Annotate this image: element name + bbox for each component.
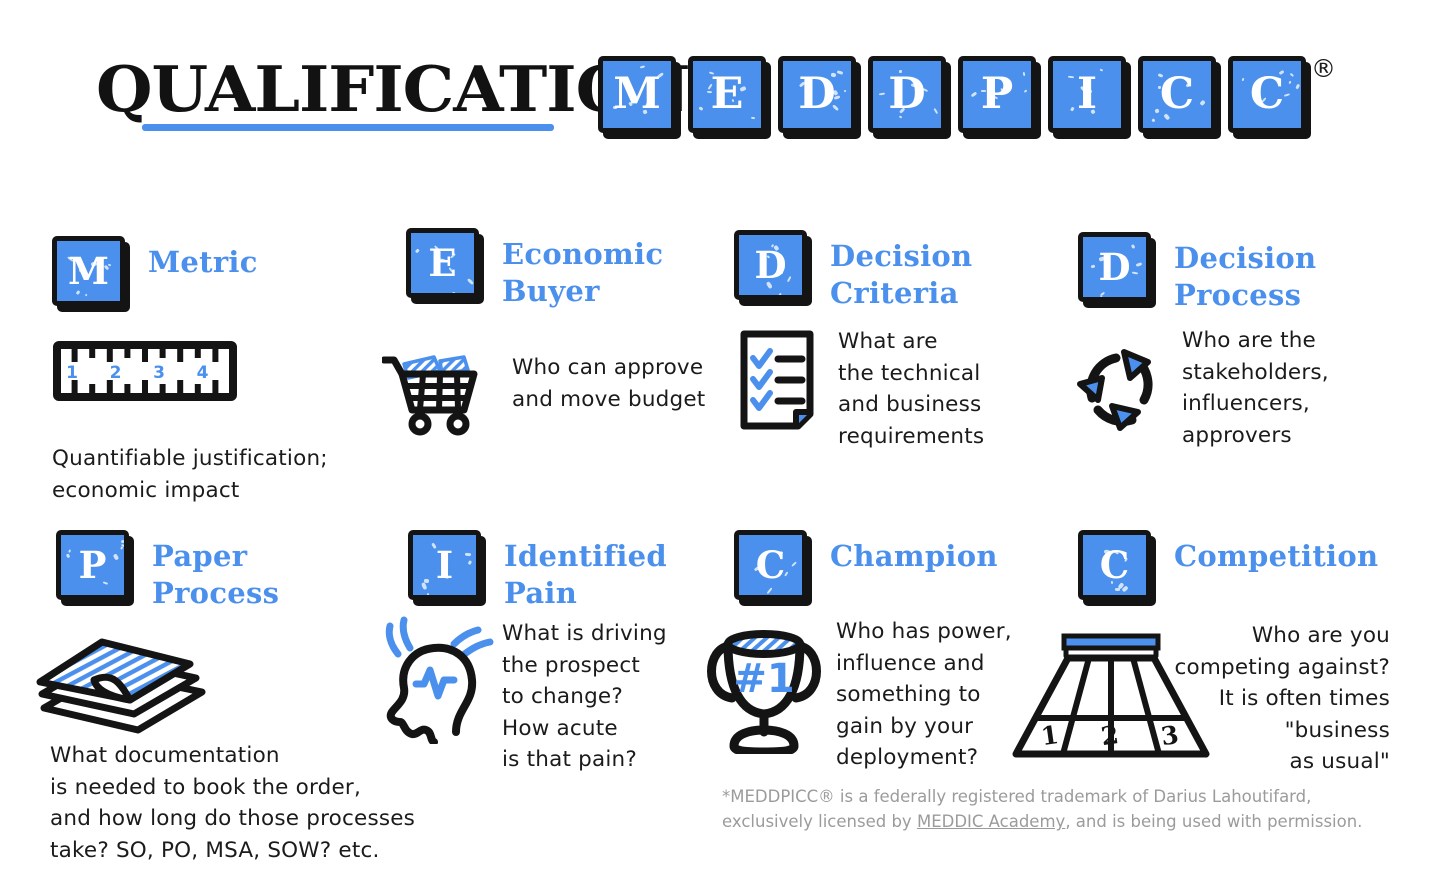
page-title-wrap: QUALIFICATION — [96, 58, 690, 131]
tile-face: I — [1048, 56, 1126, 133]
tile-letter: D — [888, 69, 926, 119]
tile-face: D — [1078, 232, 1151, 302]
letter-tile-c-6: C — [1138, 56, 1221, 139]
svg-text:1: 1 — [66, 363, 78, 383]
card-letter-tile-c: C — [734, 530, 812, 606]
card-body-decision-process: Who are the stakeholders, influencers, a… — [1182, 328, 1329, 448]
tile-face: I — [408, 530, 481, 600]
card-header: D Decision Criteria — [734, 230, 972, 312]
card-body-economic-buyer: Who can approve and move budget — [512, 355, 706, 412]
card-title: Champion — [830, 539, 998, 573]
cycle-arrows-icon — [1072, 334, 1172, 438]
svg-text:3: 3 — [1159, 720, 1180, 751]
tile-letter: M — [613, 69, 661, 119]
title-underline — [142, 124, 554, 131]
card-title: Decision Process — [1174, 241, 1317, 313]
header: QUALIFICATION ME D D P I C C ® — [0, 0, 1440, 180]
ruler-icon: 1 2 3 4 — [52, 338, 238, 408]
card-header: I Identified Pain — [408, 530, 667, 612]
card-body-paper-process: What documentation is needed to book the… — [50, 743, 416, 863]
svg-text:3: 3 — [153, 363, 165, 383]
card-title: Decision Criteria — [830, 239, 973, 311]
tile-face: M — [52, 236, 125, 306]
tile-face: D — [734, 230, 807, 300]
letter-tile-d-3: D — [868, 56, 951, 139]
tile-letter: I — [1076, 69, 1098, 119]
letter-tile-c-7: C — [1228, 56, 1311, 139]
card-tile-letter: M — [68, 248, 109, 293]
svg-text:4: 4 — [197, 363, 209, 383]
card-header: E Economic Buyer — [406, 228, 663, 310]
footer-text-after: , and is being used with permission. — [1065, 812, 1363, 832]
shopping-cart-icon — [380, 330, 494, 440]
card-body-metric: Quantifiable justification; economic imp… — [52, 446, 328, 503]
tile-face: P — [56, 530, 129, 600]
card-tile-letter: P — [78, 542, 107, 587]
card-letter-tile-d: D — [734, 230, 812, 306]
svg-text:#1: #1 — [733, 656, 794, 702]
registered-trademark-icon: ® — [1311, 54, 1336, 83]
tile-letter: D — [798, 69, 836, 119]
footer-disclaimer: *MEDDPICC® is a federally registered tra… — [722, 784, 1394, 834]
running-track-icon: 1 2 3 — [1008, 630, 1214, 770]
checklist-document-icon — [736, 328, 820, 436]
letter-tile-m-0: M — [598, 56, 681, 139]
meddic-academy-link[interactable]: MEDDIC Academy — [917, 812, 1065, 831]
tile-face: D — [778, 56, 856, 133]
meddpicc-tile-row: ME D D P I C C — [598, 56, 1311, 139]
tile-face: C — [734, 530, 807, 600]
card-letter-tile-e: E — [406, 228, 484, 304]
card-tile-letter: E — [428, 240, 457, 285]
card-tile-letter: C — [755, 542, 786, 587]
svg-text:2: 2 — [110, 363, 122, 383]
card-body-champion: Who has power, influence and something t… — [836, 619, 1012, 771]
tile-letter: P — [980, 69, 1014, 119]
card-letter-tile-c: C — [1078, 530, 1156, 606]
card-header: M Metric — [52, 236, 258, 312]
tile-face: E — [688, 56, 766, 133]
card-title: Economic Buyer — [502, 237, 664, 309]
card-title: Identified Pain — [504, 539, 668, 611]
card-header: D Decision Process — [1078, 232, 1316, 314]
card-body-identified-pain: What is driving the prospect to change? … — [502, 621, 667, 773]
tile-letter: C — [1159, 69, 1195, 119]
card-title: Metric — [148, 245, 258, 279]
card-header: C Champion — [734, 530, 998, 606]
paper-stack-icon — [34, 630, 212, 744]
tile-letter: C — [1249, 69, 1285, 119]
tile-face: P — [958, 56, 1036, 133]
tile-face: E — [406, 228, 479, 298]
card-tile-letter: D — [1098, 244, 1131, 289]
card-letter-tile-m: M — [52, 236, 130, 312]
card-letter-tile-i: I — [408, 530, 486, 606]
card-title: Competition — [1174, 539, 1379, 573]
letter-tile-d-2: D — [778, 56, 861, 139]
tile-face: C — [1138, 56, 1216, 133]
card-tile-letter: I — [435, 542, 454, 587]
tile-face: C — [1228, 56, 1306, 133]
card-letter-tile-d: D — [1078, 232, 1156, 308]
tile-letter: E — [710, 69, 744, 119]
card-title: Paper Process — [152, 539, 280, 611]
letter-tile-e-1: E — [688, 56, 771, 139]
card-body-decision-criteria: What are the technical and business requ… — [838, 329, 985, 449]
tile-face: D — [868, 56, 946, 133]
card-letter-tile-p: P — [56, 530, 134, 606]
svg-text:2: 2 — [1099, 720, 1120, 751]
trophy-icon: #1 — [702, 618, 826, 758]
card-header: C Competition — [1078, 530, 1378, 606]
tile-face: M — [598, 56, 676, 133]
letter-tile-i-5: I — [1048, 56, 1131, 139]
card-tile-letter: D — [754, 242, 787, 287]
card-tile-letter: C — [1099, 542, 1130, 587]
svg-text:1: 1 — [1039, 720, 1060, 751]
head-pulse-icon — [382, 614, 500, 748]
tile-face: C — [1078, 530, 1151, 600]
letter-tile-p-4: P — [958, 56, 1041, 139]
card-header: P Paper Process — [56, 530, 279, 612]
